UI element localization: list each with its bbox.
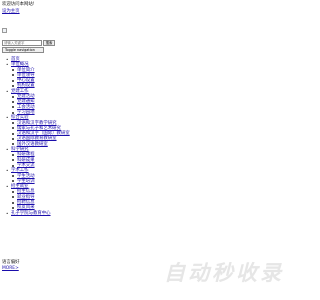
nav-sublink[interactable]: 汉语国际教育教研室: [17, 136, 57, 141]
set-homepage-link[interactable]: 设为主页: [2, 9, 20, 14]
welcome-text: 欢迎访问本网站!: [2, 2, 35, 7]
watermark-logo: 自动秒收录: [164, 261, 284, 285]
nav-sublink[interactable]: 就业指导: [17, 195, 35, 200]
nav-sublink[interactable]: 机构设置: [17, 83, 35, 88]
nav-link[interactable]: 综合实验: [11, 115, 29, 120]
nav-sublink[interactable]: 国外汉语教研室: [17, 142, 48, 147]
language-preference-label: 语言偏好: [2, 260, 20, 265]
nav-sublink[interactable]: 科研课程: [17, 152, 35, 157]
nav-submenu: 党建活动 党建通知 工会活动 学习园地: [6, 94, 126, 115]
search-button[interactable]: 搜索: [43, 40, 55, 46]
nav-sublink[interactable]: 校友风采: [17, 205, 35, 210]
nav-submenu: 汉语和汉字教学研究 儒家与孔子和艺术研究 汉语和汉字（国际）教研室 汉语国际教育教研室…: [6, 121, 126, 147]
nav-sublink[interactable]: 科研成果: [17, 158, 35, 163]
nav-sublink[interactable]: 学生活动: [17, 174, 35, 179]
nav-link[interactable]: 孔子学院与教育中心: [11, 211, 51, 216]
nav-link[interactable]: 单位概况: [11, 62, 29, 67]
nav-sublink[interactable]: 招生信息: [17, 189, 35, 194]
nav-sublink[interactable]: 工会活动: [17, 105, 35, 110]
search-input[interactable]: [2, 40, 42, 46]
more-link[interactable]: MORE>: [2, 266, 19, 271]
toggle-navigation-button[interactable]: Toggle navigation: [2, 47, 44, 53]
nav-submenu: 学生活动 学生培训: [6, 174, 126, 185]
nav-sublink[interactable]: 党建通知: [17, 99, 35, 104]
nav-sublink[interactable]: 单位简介: [17, 68, 35, 73]
nav-submenu: 招生信息 就业指导 招聘信息 校友风采: [6, 189, 126, 210]
nav-submenu: 单位简介 单位领导 中心设置 机构设置: [6, 68, 126, 89]
nav-item: 孔子学院与教育中心: [6, 211, 126, 217]
nav-sublink[interactable]: 汉语和汉字教学研究: [17, 121, 57, 126]
nav-submenu: 科研课程 科研成果 学术交流: [6, 152, 126, 168]
logo-image: [2, 28, 7, 33]
nav-link[interactable]: 学术工作: [11, 168, 29, 173]
main-nav: 首页单位概况单位简介单位领导中心设置机构设置党建工作党建活动党建通知工会活动学习…: [6, 57, 126, 216]
